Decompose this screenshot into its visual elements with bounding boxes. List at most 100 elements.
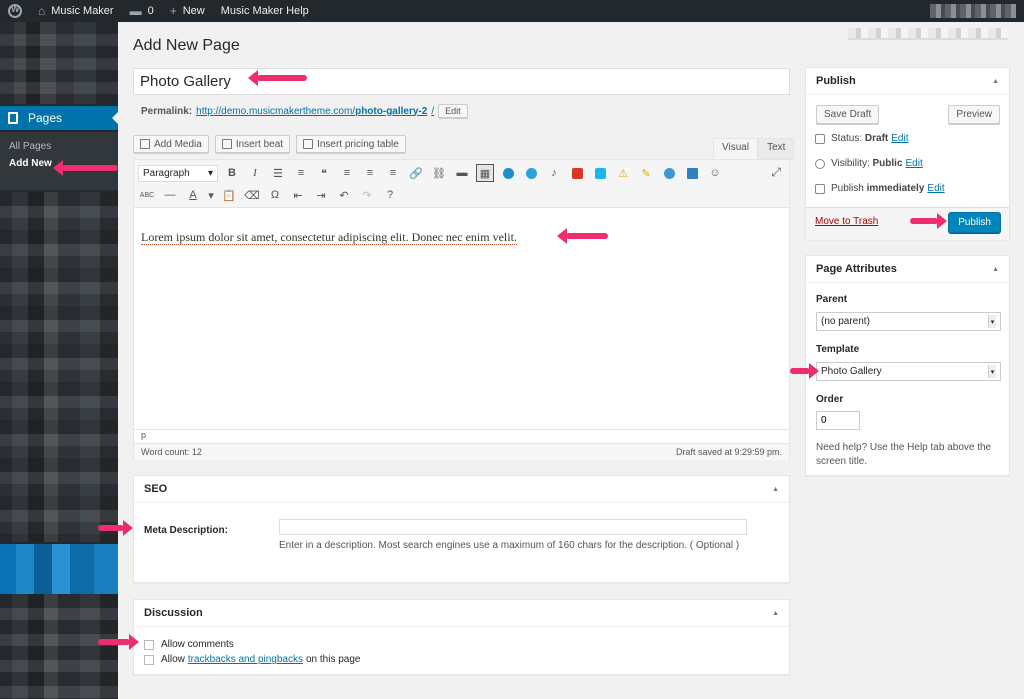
clear-format-icon[interactable]: ⌫ bbox=[243, 186, 261, 204]
order-label: Order bbox=[816, 394, 844, 405]
chevron-down-icon[interactable]: ▾ bbox=[207, 186, 215, 204]
post-title-input[interactable] bbox=[133, 68, 790, 95]
publish-button[interactable]: Publish bbox=[948, 212, 1001, 233]
horizontal-line-icon[interactable]: — bbox=[161, 186, 179, 204]
align-left-icon[interactable]: ≡ bbox=[338, 164, 356, 182]
pages-icon bbox=[8, 112, 18, 124]
editor-tabs: Visual Text bbox=[713, 138, 795, 159]
site-name-link[interactable]: ⌂ Music Maker bbox=[30, 0, 122, 22]
unlink-icon[interactable]: ⛓ bbox=[430, 164, 448, 182]
italic-icon[interactable]: I bbox=[246, 164, 264, 182]
preview-button[interactable]: Preview bbox=[948, 105, 1000, 124]
help-circle-icon[interactable] bbox=[660, 164, 678, 182]
insert-pricing-table-button[interactable]: Insert pricing table bbox=[296, 135, 406, 153]
publish-header[interactable]: Publish ▲ bbox=[806, 68, 1009, 95]
add-media-button[interactable]: Add Media bbox=[133, 135, 209, 153]
meta-description-input[interactable] bbox=[279, 519, 747, 535]
seo-title: SEO bbox=[144, 483, 168, 495]
permalink-base: http://demo.musicmakertheme.com/ bbox=[196, 105, 356, 117]
user-icon[interactable]: ☺ bbox=[706, 164, 724, 182]
bullet-list-icon[interactable]: ☰ bbox=[269, 164, 287, 182]
visibility-row: Visibility: Public Edit bbox=[815, 158, 923, 169]
discussion-title: Discussion bbox=[144, 607, 203, 619]
text-color-icon[interactable]: A bbox=[184, 186, 202, 204]
screen-options-blurred[interactable] bbox=[848, 28, 1008, 40]
publish-label: Publish bbox=[831, 183, 864, 194]
discussion-header[interactable]: Discussion ▲ bbox=[134, 600, 789, 627]
permalink: Permalink: http://demo.musicmakertheme.c… bbox=[141, 104, 468, 118]
blurred-menu-overlay bbox=[0, 22, 118, 104]
special-char-icon[interactable]: Ω bbox=[266, 186, 284, 204]
align-center-icon[interactable]: ≡ bbox=[361, 164, 379, 182]
bubble-icon[interactable] bbox=[522, 164, 540, 182]
publishing-actions: Move to Trash Publish bbox=[806, 207, 1009, 240]
help-link[interactable]: Music Maker Help bbox=[213, 0, 317, 22]
window-icon[interactable] bbox=[683, 164, 701, 182]
youtube-icon[interactable] bbox=[568, 164, 586, 182]
page-attributes-header[interactable]: Page Attributes ▲ bbox=[806, 256, 1009, 283]
wordpress-logo[interactable] bbox=[0, 0, 30, 22]
strikethrough-icon[interactable]: ABC bbox=[138, 186, 156, 204]
paste-text-icon[interactable]: 📋 bbox=[220, 186, 238, 204]
collapse-icon[interactable]: ▲ bbox=[772, 486, 779, 493]
fullscreen-icon[interactable]: ⤢ bbox=[771, 165, 781, 180]
collapse-icon[interactable]: ▲ bbox=[992, 78, 999, 85]
format-value: Paragraph bbox=[143, 167, 190, 179]
keyboard-help-icon[interactable]: ? bbox=[381, 186, 399, 204]
allow-comments-checkbox[interactable] bbox=[144, 639, 154, 650]
save-draft-button[interactable]: Save Draft bbox=[816, 105, 880, 124]
read-more-icon[interactable]: ▬ bbox=[453, 164, 471, 182]
link-icon[interactable]: 🔗 bbox=[407, 164, 425, 182]
meta-description-label: Meta Description: bbox=[144, 525, 228, 536]
tab-text[interactable]: Text bbox=[758, 138, 795, 159]
blockquote-icon[interactable]: ❝ bbox=[315, 164, 333, 182]
align-right-icon[interactable]: ≡ bbox=[384, 164, 402, 182]
warning-icon[interactable]: ⚠ bbox=[614, 164, 632, 182]
editor-content[interactable]: Lorem ipsum dolor sit amet, consectetur … bbox=[141, 230, 517, 245]
submenu-all-pages[interactable]: All Pages bbox=[0, 138, 118, 155]
meta-description-help: Enter in a description. Most search engi… bbox=[279, 540, 740, 551]
outdent-icon[interactable]: ⇤ bbox=[289, 186, 307, 204]
redo-icon[interactable]: ↷ bbox=[358, 186, 376, 204]
trackbacks-link[interactable]: trackbacks and pingbacks bbox=[188, 654, 303, 665]
order-input[interactable] bbox=[816, 411, 860, 430]
pencil-icon[interactable]: ✎ bbox=[637, 164, 655, 182]
edit-schedule-link[interactable]: Edit bbox=[927, 183, 944, 194]
bold-icon[interactable]: B bbox=[223, 164, 241, 182]
word-count: Word count: 12 bbox=[141, 447, 202, 457]
template-select[interactable]: Photo Gallery ▾ bbox=[816, 362, 1001, 381]
permalink-url[interactable]: http://demo.musicmakertheme.com/photo-ga… bbox=[196, 106, 434, 117]
account-menu-blurred[interactable] bbox=[930, 4, 1016, 18]
collapse-icon[interactable]: ▲ bbox=[992, 266, 999, 273]
discussion-box: Discussion ▲ Allow comments Allow trackba… bbox=[133, 599, 790, 675]
format-select[interactable]: Paragraph ▾ bbox=[138, 164, 218, 182]
parent-select[interactable]: (no parent) ▾ bbox=[816, 312, 1001, 331]
comments-link[interactable]: ▬ 0 bbox=[122, 0, 162, 22]
edit-visibility-link[interactable]: Edit bbox=[906, 158, 923, 169]
allow-pings-checkbox[interactable] bbox=[144, 654, 154, 665]
move-to-trash-link[interactable]: Move to Trash bbox=[815, 216, 878, 227]
sidebar-item-label: Pages bbox=[28, 111, 63, 125]
numbered-list-icon[interactable]: ≡ bbox=[292, 164, 310, 182]
joy-icon[interactable] bbox=[499, 164, 517, 182]
tab-visual[interactable]: Visual bbox=[713, 138, 759, 159]
collapse-icon[interactable]: ▲ bbox=[772, 610, 779, 617]
media-buttons: Add Media Insert beat Insert pricing tab… bbox=[133, 135, 406, 153]
undo-icon[interactable]: ↶ bbox=[335, 186, 353, 204]
sidebar-item-pages[interactable]: Pages bbox=[0, 106, 118, 130]
admin-sidebar: Pages All Pages Add New bbox=[0, 22, 118, 699]
annotation-arrow bbox=[53, 160, 118, 176]
vimeo-icon[interactable] bbox=[591, 164, 609, 182]
audio-icon[interactable]: ♪ bbox=[545, 164, 563, 182]
editor-toolbar: Paragraph ▾ B I ☰ ≡ ❝ ≡ ≡ ≡ 🔗 ⛓ ▬ ▦ ♪ ⚠ ✎… bbox=[134, 160, 789, 208]
toolbar-toggle-icon[interactable]: ▦ bbox=[476, 164, 494, 182]
insert-beat-button[interactable]: Insert beat bbox=[214, 135, 291, 153]
edit-status-link[interactable]: Edit bbox=[891, 133, 908, 144]
chevron-down-icon: ▾ bbox=[988, 315, 996, 328]
edit-permalink-button[interactable]: Edit bbox=[438, 104, 468, 118]
insert-pricing-label: Insert pricing table bbox=[317, 138, 399, 150]
new-content-link[interactable]: + New bbox=[162, 0, 213, 22]
admin-bar: ⌂Music Maker ▬0 +New Music Maker Help bbox=[0, 0, 1024, 22]
indent-icon[interactable]: ⇥ bbox=[312, 186, 330, 204]
seo-header[interactable]: SEO ▲ bbox=[134, 476, 789, 503]
